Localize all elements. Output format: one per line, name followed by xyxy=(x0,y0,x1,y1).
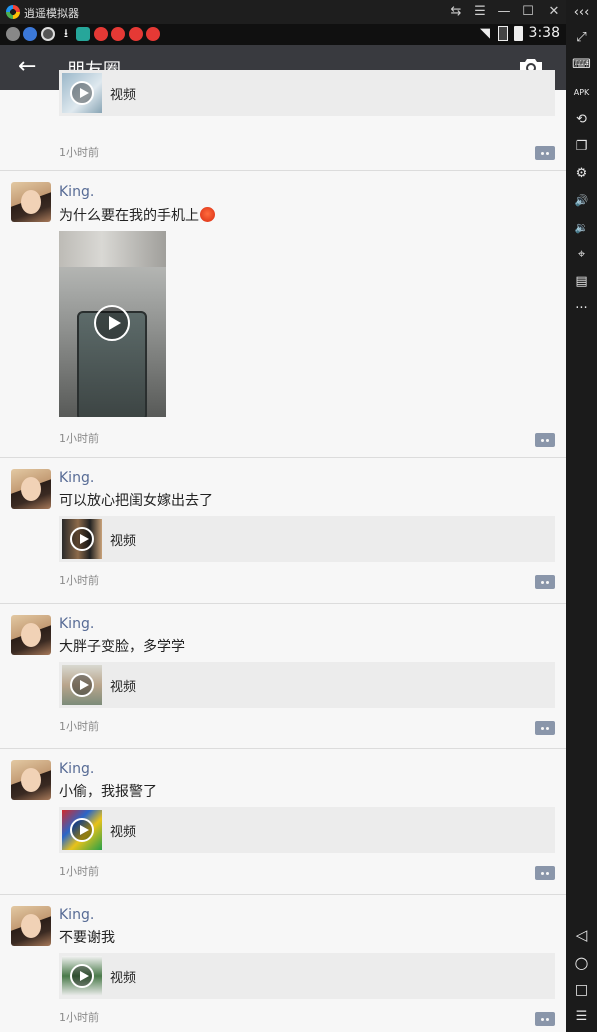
video-app-icon xyxy=(111,27,125,41)
post-time: 1小时前 xyxy=(59,720,99,733)
author-name[interactable]: King. xyxy=(59,616,94,632)
shield-icon xyxy=(41,27,55,41)
location-icon[interactable]: ⌖ xyxy=(566,244,597,266)
avatar[interactable] xyxy=(11,760,51,800)
moments-feed: 视频 1小时前 King. 为什么要在我的手机上 1小时前 King. 可以放心… xyxy=(0,70,566,1032)
collapse-icon[interactable]: ‹‹‹ xyxy=(566,2,597,24)
video-thumbnail-large[interactable] xyxy=(59,231,166,417)
moment-post: King. 大胖子变脸，多学学 视频 1小时前 xyxy=(0,604,566,749)
play-icon xyxy=(70,818,94,842)
video-thumbnail xyxy=(62,810,102,850)
play-icon xyxy=(70,81,94,105)
menu-icon[interactable]: ☰ xyxy=(470,3,490,21)
author-name[interactable]: King. xyxy=(59,184,94,200)
comment-icon[interactable] xyxy=(535,866,555,880)
video-attachment[interactable]: 视频 xyxy=(59,70,555,116)
video-label: 视频 xyxy=(110,971,137,986)
post-text: 为什么要在我的手机上 xyxy=(59,205,215,225)
no-sim-icon xyxy=(498,26,508,41)
angry-emoji-icon xyxy=(200,207,215,222)
folder-icon[interactable]: ▤ xyxy=(566,271,597,293)
video-attachment[interactable]: 视频 xyxy=(59,516,555,562)
avatar[interactable] xyxy=(11,906,51,946)
post-text: 可以放心把闺女嫁出去了 xyxy=(59,493,213,509)
recents-nav-icon[interactable]: □ xyxy=(566,979,597,1001)
moment-post: King. 为什么要在我的手机上 1小时前 xyxy=(0,171,566,458)
volume-down-icon[interactable]: 🔉 xyxy=(566,217,597,239)
comment-icon[interactable] xyxy=(535,721,555,735)
emulator-title-bar: 逍遥模拟器 ⇆ ☰ — ☐ ✕ xyxy=(0,0,597,24)
android-status-bar: ⭳ ◥ 3:38 xyxy=(0,24,566,45)
wifi-icon: ◥ xyxy=(480,26,490,41)
play-icon xyxy=(70,964,94,988)
play-icon xyxy=(94,305,130,341)
comment-icon[interactable] xyxy=(535,433,555,447)
author-name[interactable]: King. xyxy=(59,761,94,777)
apk-icon[interactable]: APK xyxy=(566,82,597,104)
home-nav-icon[interactable]: ○ xyxy=(566,952,597,974)
sync-icon[interactable]: ⇆ xyxy=(446,3,466,21)
post-text: 不要谢我 xyxy=(59,930,115,946)
phone-screen: ⭳ ◥ 3:38 ← 朋友圈 视频 1小时前 xyxy=(0,24,566,1032)
video-attachment[interactable]: 视频 xyxy=(59,953,555,999)
weather-icon xyxy=(6,27,20,41)
menu-nav-icon[interactable]: ☰ xyxy=(566,1006,597,1028)
play-icon xyxy=(70,527,94,551)
moment-post: King. 不要谢我 视频 1小时前 xyxy=(0,895,566,1032)
more-icon[interactable]: ··· xyxy=(566,298,597,320)
video-label: 视频 xyxy=(110,680,137,695)
settings-icon[interactable]: ⚙ xyxy=(566,163,597,185)
emulator-logo-icon xyxy=(6,5,20,19)
comment-icon[interactable] xyxy=(535,146,555,160)
app-store-icon xyxy=(76,27,90,41)
close-button[interactable]: ✕ xyxy=(544,3,564,21)
post-time: 1小时前 xyxy=(59,865,99,878)
video-attachment[interactable]: 视频 xyxy=(59,662,555,708)
rotate-icon[interactable]: ⟲ xyxy=(566,109,597,131)
video-thumbnail xyxy=(62,956,102,996)
comment-icon[interactable] xyxy=(535,1012,555,1026)
maximize-button[interactable]: ☐ xyxy=(518,3,538,21)
video-app-icon xyxy=(94,27,108,41)
avatar[interactable] xyxy=(11,469,51,509)
video-attachment[interactable]: 视频 xyxy=(59,807,555,853)
moment-post: King. 小偷，我报警了 视频 1小时前 xyxy=(0,749,566,895)
emulator-title: 逍遥模拟器 xyxy=(24,7,79,20)
comment-icon[interactable] xyxy=(535,575,555,589)
video-app-icon xyxy=(146,27,160,41)
post-time: 1小时前 xyxy=(59,574,99,587)
status-time: 3:38 xyxy=(528,25,560,41)
minimize-button[interactable]: — xyxy=(494,3,514,21)
fullscreen-icon[interactable]: ⤢ xyxy=(566,27,597,49)
post-time: 1小时前 xyxy=(59,1011,99,1024)
avatar[interactable] xyxy=(11,182,51,222)
battery-icon xyxy=(514,26,523,41)
author-name[interactable]: King. xyxy=(59,470,94,486)
video-thumbnail xyxy=(62,665,102,705)
video-app-icon xyxy=(129,27,143,41)
video-frame-background xyxy=(59,231,166,267)
video-thumbnail xyxy=(62,519,102,559)
moment-post: 视频 1小时前 xyxy=(0,70,566,171)
post-time: 1小时前 xyxy=(59,146,99,159)
video-label: 视频 xyxy=(110,825,137,840)
post-text: 小偷，我报警了 xyxy=(59,784,157,800)
moment-post: King. 可以放心把闺女嫁出去了 视频 1小时前 xyxy=(0,458,566,604)
emulator-sidebar: ‹‹‹ ⤢ ⌨ APK ⟲ ❐ ⚙ 🔊 🔉 ⌖ ▤ ··· ◁ ○ □ ☰ xyxy=(566,0,597,1032)
author-name[interactable]: King. xyxy=(59,907,94,923)
keyboard-icon[interactable]: ⌨ xyxy=(566,54,597,76)
multi-window-icon[interactable]: ❐ xyxy=(566,136,597,158)
play-icon xyxy=(70,673,94,697)
video-label: 视频 xyxy=(110,88,137,103)
app-notification-icon xyxy=(23,27,37,41)
post-text: 大胖子变脸，多学学 xyxy=(59,639,185,655)
video-thumbnail xyxy=(62,73,102,113)
volume-up-icon[interactable]: 🔊 xyxy=(566,190,597,212)
video-label: 视频 xyxy=(110,534,137,549)
back-nav-icon[interactable]: ◁ xyxy=(566,924,597,946)
post-time: 1小时前 xyxy=(59,432,99,445)
download-icon: ⭳ xyxy=(63,26,69,40)
avatar[interactable] xyxy=(11,615,51,655)
